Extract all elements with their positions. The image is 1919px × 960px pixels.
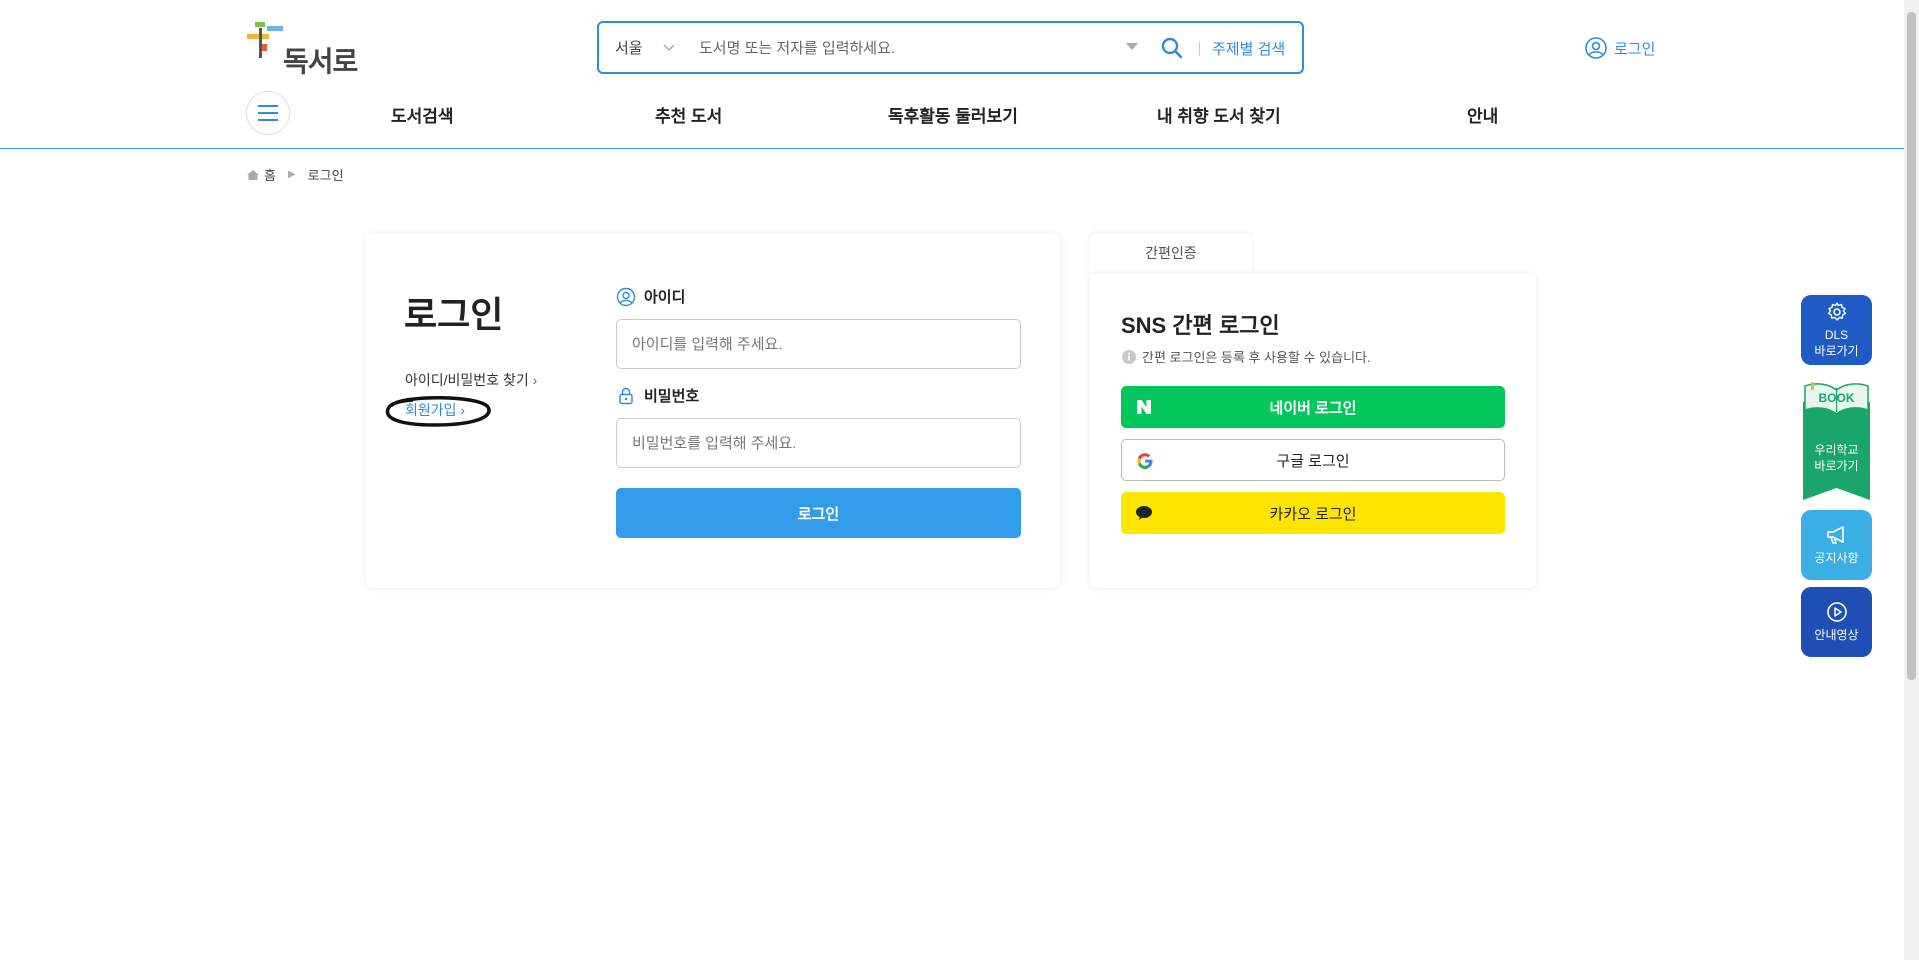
signup-link[interactable]: 회원가입 › bbox=[405, 400, 465, 420]
search-region-select[interactable]: 서울 bbox=[615, 37, 643, 58]
sns-note-text: 간편 로그인은 등록 후 사용할 수 있습니다. bbox=[1142, 350, 1371, 365]
nav-my-taste-books[interactable]: 내 취향 도서 찾기 bbox=[1157, 102, 1281, 127]
find-id-password-link[interactable]: 아이디/비밀번호 찾기 › bbox=[405, 370, 537, 390]
chevron-right-icon: › bbox=[532, 372, 538, 388]
guide-video-label: 안내영상 bbox=[1814, 627, 1859, 642]
logo-text[interactable]: 독서로 bbox=[283, 40, 358, 80]
nav-reading-activities[interactable]: 독후활동 둘러보기 bbox=[888, 102, 1018, 127]
google-login-label: 구글 로그인 bbox=[1276, 452, 1350, 470]
tab-simple-auth[interactable]: 간편인증 bbox=[1090, 234, 1252, 276]
school-line1: 우리학교 bbox=[1814, 443, 1859, 457]
menu-button[interactable] bbox=[246, 91, 290, 135]
chevron-right-icon: › bbox=[460, 402, 466, 418]
notice-label: 공지사항 bbox=[1814, 550, 1859, 565]
id-label: 아이디 bbox=[616, 286, 685, 307]
scrollbar-thumb[interactable] bbox=[1907, 12, 1916, 680]
nav-book-search[interactable]: 도서검색 bbox=[391, 102, 454, 127]
kakao-login-button[interactable]: 카카오 로그인 bbox=[1121, 492, 1505, 534]
user-circle-icon bbox=[1585, 37, 1607, 59]
breadcrumb-home[interactable]: 홈 bbox=[264, 165, 276, 184]
school-shortcut-button[interactable]: BOOK 우리학교 바로가기 bbox=[1801, 380, 1872, 504]
search-input[interactable] bbox=[699, 32, 1099, 64]
dls-shortcut-button[interactable]: DLS 바로가기 bbox=[1801, 295, 1872, 365]
sns-login-card: SNS 간편 로그인 간편 로그인은 등록 후 사용할 수 있습니다. 네이버 … bbox=[1090, 274, 1536, 588]
info-icon bbox=[1122, 349, 1136, 364]
hamburger-icon bbox=[258, 105, 278, 121]
megaphone-icon bbox=[1826, 526, 1844, 544]
password-input[interactable] bbox=[616, 418, 1021, 468]
site-header: 독서로 서울 주제별 검색 로그인 도서검색 추천 도서 독후활동 둘러보기 내 bbox=[0, 0, 1904, 149]
google-login-button[interactable]: 구글 로그인 bbox=[1121, 439, 1505, 481]
kakao-login-label: 카카오 로그인 bbox=[1269, 505, 1357, 523]
login-card: 로그인 아이디/비밀번호 찾기 › 회원가입 › 아이디 비밀번호 로그인 bbox=[366, 234, 1060, 588]
lock-icon bbox=[619, 387, 633, 404]
gear-icon bbox=[1827, 302, 1846, 321]
login-submit-button[interactable]: 로그인 bbox=[616, 488, 1021, 538]
school-line2: 바로가기 bbox=[1814, 459, 1859, 474]
breadcrumb-separator-icon: ▶ bbox=[287, 169, 296, 180]
search-divider bbox=[1199, 41, 1200, 56]
dls-line2: 바로가기 bbox=[1814, 344, 1859, 358]
topic-search-button[interactable]: 주제별 검색 bbox=[1212, 38, 1285, 59]
id-input[interactable] bbox=[616, 319, 1021, 369]
nav-recommended-books[interactable]: 추천 도서 bbox=[655, 102, 722, 127]
sns-title: SNS 간편 로그인 bbox=[1121, 313, 1280, 338]
user-circle-icon bbox=[616, 287, 636, 306]
google-icon bbox=[1137, 453, 1153, 469]
home-icon[interactable] bbox=[246, 169, 260, 181]
find-id-password-label: 아이디/비밀번호 찾기 bbox=[405, 372, 529, 388]
search-dropdown-icon[interactable] bbox=[1126, 43, 1138, 50]
signup-label: 회원가입 bbox=[405, 402, 457, 418]
guide-video-button[interactable]: 안내영상 bbox=[1801, 587, 1872, 657]
dls-line1: DLS bbox=[1824, 327, 1849, 342]
password-label: 비밀번호 bbox=[616, 385, 699, 406]
search-box: 서울 주제별 검색 bbox=[597, 21, 1304, 74]
book-badge: BOOK bbox=[1818, 391, 1855, 405]
page-scrollbar[interactable] bbox=[1904, 0, 1919, 960]
nav-guide[interactable]: 안내 bbox=[1467, 102, 1498, 127]
search-icon[interactable] bbox=[1159, 35, 1185, 61]
naver-login-label: 네이버 로그인 bbox=[1269, 399, 1357, 417]
logo-flags-icon bbox=[247, 22, 283, 58]
notice-button[interactable]: 공지사항 bbox=[1801, 510, 1872, 580]
login-title: 로그인 bbox=[404, 294, 504, 335]
breadcrumb: 홈 ▶ 로그인 bbox=[246, 165, 344, 184]
password-label-text: 비밀번호 bbox=[644, 388, 700, 405]
header-login-link[interactable]: 로그인 bbox=[1584, 36, 1655, 60]
kakao-chat-icon bbox=[1136, 506, 1152, 520]
breadcrumb-current: 로그인 bbox=[307, 168, 344, 183]
chevron-down-icon[interactable] bbox=[661, 39, 677, 55]
header-login-label: 로그인 bbox=[1614, 40, 1656, 58]
naver-icon bbox=[1137, 400, 1151, 414]
sns-note: 간편 로그인은 등록 후 사용할 수 있습니다. bbox=[1121, 347, 1371, 366]
naver-login-button[interactable]: 네이버 로그인 bbox=[1121, 386, 1505, 428]
play-circle-icon bbox=[1826, 602, 1847, 622]
id-label-text: 아이디 bbox=[644, 289, 686, 306]
